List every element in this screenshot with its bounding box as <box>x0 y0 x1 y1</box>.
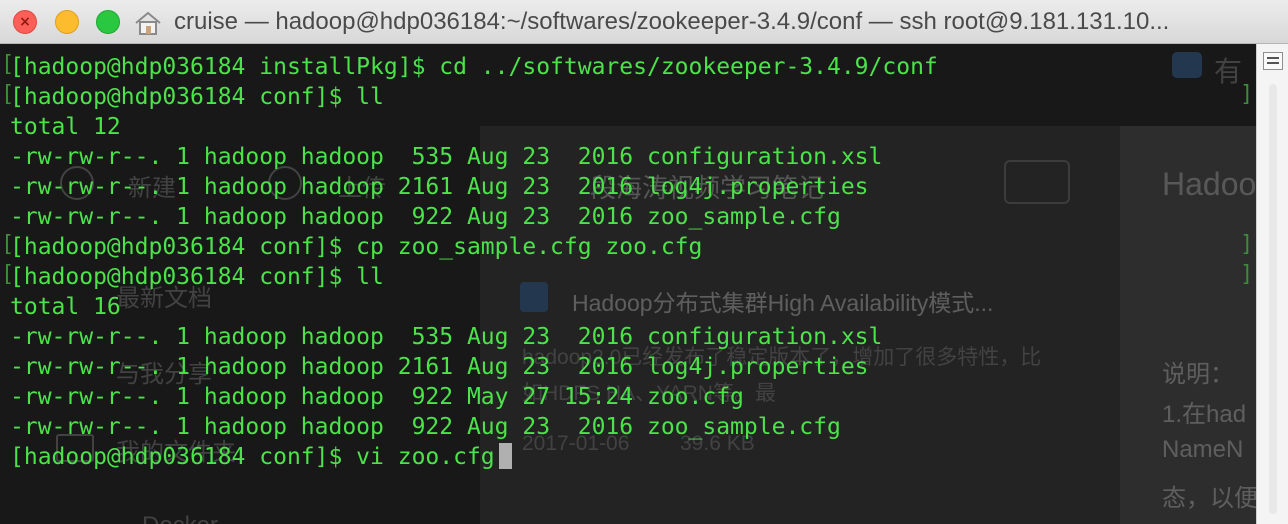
terminal-line: [hadoop@hdp036184 conf]$ ll <box>10 264 384 290</box>
line-bracket-left: [ <box>1 52 15 77</box>
bg-right-note-4: 态，以便 <box>1162 485 1256 512</box>
title-bar[interactable]: × cruise — hadoop@hdp036184:~/softwares/… <box>0 0 1288 44</box>
line-bracket-right: ] <box>1240 262 1254 287</box>
terminal-line: -rw-rw-r--. 1 hadoop hadoop 922 Aug 23 2… <box>10 414 841 440</box>
terminal-prompt-line: [hadoop@hdp036184 conf]$ vi zoo.cfg <box>10 442 938 472</box>
current-command: [hadoop@hdp036184 conf]$ vi zoo.cfg <box>10 444 495 470</box>
terminal-line: [hadoop@hdp036184 conf]$ cp zoo_sample.c… <box>10 234 703 260</box>
line-bracket-right: ] <box>1240 232 1254 257</box>
terminal-output[interactable]: [hadoop@hdp036184 installPkg]$ cd ../sof… <box>10 52 938 472</box>
terminal-line: -rw-rw-r--. 1 hadoop hadoop 2161 Aug 23 … <box>10 174 869 200</box>
terminal-line: -rw-rw-r--. 1 hadoop hadoop 2161 Aug 23 … <box>10 354 869 380</box>
close-button[interactable]: × <box>13 10 37 34</box>
bg-top-right-char: 有 <box>1214 56 1243 87</box>
window-title: cruise — hadoop@hdp036184:~/softwares/zo… <box>174 8 1170 35</box>
terminal-line: -rw-rw-r--. 1 hadoop hadoop 922 May 27 1… <box>10 384 744 410</box>
text-cursor <box>498 443 512 469</box>
terminal-line: [hadoop@hdp036184 conf]$ ll <box>10 84 384 110</box>
bg-right-note-2: 1.在had <box>1162 401 1247 428</box>
bg-right-note-3: NameN <box>1162 436 1244 463</box>
terminal-window: × cruise — hadoop@hdp036184:~/softwares/… <box>0 0 1288 524</box>
view-toggle-icon <box>1004 160 1070 204</box>
line-bracket-left: [ <box>1 232 15 257</box>
bg-right-title: Hadoo <box>1162 166 1256 202</box>
edit-icon <box>1172 52 1202 78</box>
terminal-pane[interactable]: 有 新建 上传 最新文档 与我分享 我的文件夹 Docker 段海涛视频学习笔记… <box>0 44 1256 524</box>
terminal-line: [hadoop@hdp036184 installPkg]$ cd ../sof… <box>10 54 938 80</box>
scroll-track[interactable] <box>1269 84 1277 514</box>
minimize-button[interactable] <box>55 10 79 34</box>
terminal-line: -rw-rw-r--. 1 hadoop hadoop 535 Aug 23 2… <box>10 324 883 350</box>
maximize-button[interactable] <box>96 10 120 34</box>
line-bracket-left: [ <box>1 82 15 107</box>
bg-right-note-1: 说明： <box>1162 361 1234 388</box>
terminal-line: total 12 <box>10 114 121 140</box>
terminal-line: total 16 <box>10 294 121 320</box>
line-bracket-left: [ <box>1 262 15 287</box>
scroll-menu-icon[interactable] <box>1263 52 1283 70</box>
bg-docker: Docker <box>142 512 218 524</box>
home-icon <box>135 11 161 35</box>
line-bracket-right: ] <box>1240 82 1254 107</box>
terminal-line: -rw-rw-r--. 1 hadoop hadoop 535 Aug 23 2… <box>10 144 883 170</box>
terminal-line: -rw-rw-r--. 1 hadoop hadoop 922 Aug 23 2… <box>10 204 841 230</box>
scrollbar[interactable] <box>1256 44 1288 524</box>
